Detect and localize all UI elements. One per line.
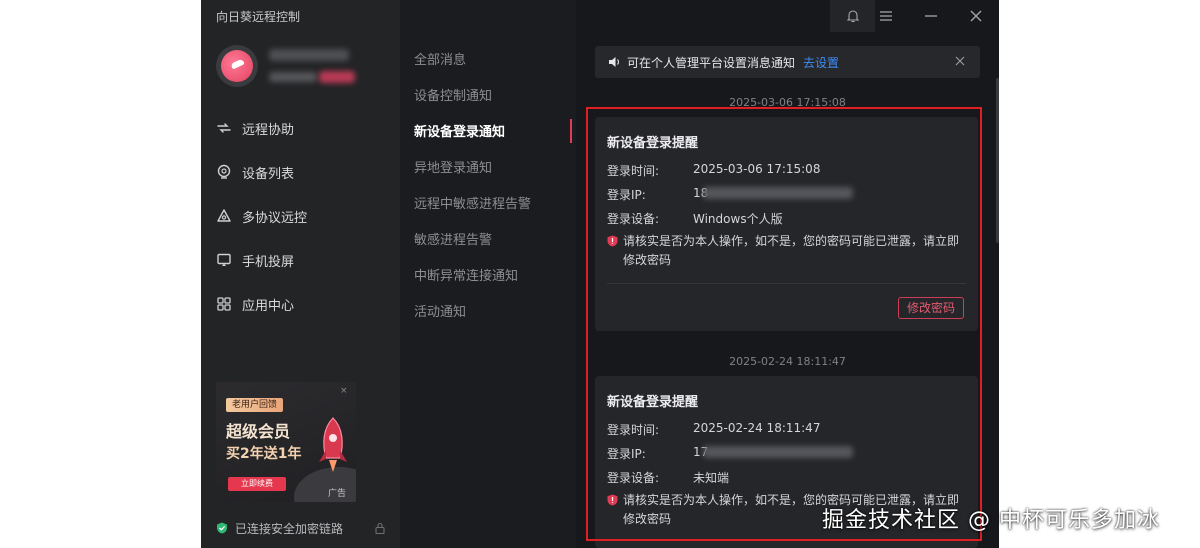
notice-banner: 可在个人管理平台设置消息通知 去设置 [595,46,980,78]
sidebar-item-device-list[interactable]: 设备列表 [216,160,294,184]
active-category-indicator [570,119,572,143]
sidebar-item-label: 应用中心 [242,298,295,314]
card-divider [607,283,966,284]
login-time-label: 登录时间: [607,423,660,437]
shield-check-icon [217,522,227,534]
notice-text: 可在个人管理平台设置消息通知 [627,55,796,70]
minimize-button[interactable] [908,0,953,32]
ad-offer: 买2年送1年 [226,446,302,462]
message-timestamp: 2025-02-24 18:11:47 [729,355,846,368]
card-title: 新设备登录提醒 [607,136,699,151]
close-window-button[interactable] [953,0,998,32]
close-icon [970,10,981,22]
account-id-redacted [269,72,317,82]
minimize-icon [924,15,937,17]
category-sensitive-process[interactable]: 敏感进程告警 [414,229,492,248]
connection-status-text: 已连接安全加密链路 [235,521,344,536]
device-list-icon [216,164,232,180]
ad-tag: 老用户回馈 [226,398,284,412]
sidebar-item-app-center[interactable]: 应用中心 [216,292,294,316]
screen-cast-icon [216,252,232,268]
category-new-device-login[interactable]: 新设备登录通知 [414,121,505,140]
login-device-value: 未知端 [693,471,730,485]
category-device-control[interactable]: 设备控制通知 [414,85,492,104]
notice-settings-link[interactable]: 去设置 [803,54,839,71]
avatar[interactable] [216,45,258,87]
rocket-icon [319,417,347,472]
category-all-messages[interactable]: 全部消息 [414,49,466,68]
ad-close-icon[interactable]: × [340,386,348,396]
left-sidebar: 向日葵远程控制 远程协助 设备列表 多协议远控 手机投屏 应用中心 老用户回馈 … [201,0,400,548]
menu-button[interactable] [863,0,908,32]
sidebar-item-label: 设备列表 [242,166,295,182]
remote-assist-icon [216,120,232,136]
category-remote-login[interactable]: 异地登录通知 [414,157,492,176]
sidebar-item-label: 多协议远控 [242,210,308,226]
category-abnormal-disconnect[interactable]: 中断异常连接通知 [414,265,518,284]
sidebar-item-remote-assist[interactable]: 远程协助 [216,116,294,140]
security-warning-text: 请核实是否为本人操作，如不是，您的密码可能已泄露，请立即修改密码 [623,234,960,267]
warning-shield-icon [607,494,618,506]
hamburger-menu-icon [879,11,892,21]
app-window: 向日葵远程控制 远程协助 设备列表 多协议远控 手机投屏 应用中心 老用户回馈 … [201,0,999,548]
sidebar-item-multi-protocol[interactable]: 多协议远控 [216,204,307,228]
change-password-button[interactable]: 修改密码 [898,297,964,319]
message-timestamp: 2025-03-06 17:15:08 [729,96,846,109]
sidebar-item-label: 远程协助 [242,122,295,138]
ip-redacted [703,187,853,199]
login-device-value: Windows个人版 [693,212,783,226]
bell-icon [846,10,859,23]
app-center-icon [216,296,232,312]
warning-shield-icon [607,235,618,247]
notice-close-icon[interactable] [954,55,966,67]
watermark: 掘金技术社区 @ 中杯可乐多加冰 [822,508,1160,533]
lock-icon[interactable] [374,522,386,534]
message-category-list: 全部消息 设备控制通知 新设备登录通知 异地登录通知 远程中敏感进程告警 敏感进… [400,0,576,548]
member-badge-redacted [319,71,355,83]
promo-banner[interactable]: 老用户回馈 超级会员 买2年送1年 立即续费 × 广告 [216,382,356,502]
category-activity[interactable]: 活动通知 [414,301,466,320]
security-warning: 请核实是否为本人操作，如不是，您的密码可能已泄露，请立即修改密码 [607,232,967,270]
login-device-label: 登录设备: [607,471,660,485]
sunflower-logo-icon [221,50,253,82]
category-remote-sensitive-process[interactable]: 远程中敏感进程告警 [414,193,531,212]
login-time-label: 登录时间: [607,164,660,178]
login-alert-card: 新设备登录提醒 登录时间: 2025-03-06 17:15:08 登录IP: … [595,117,978,331]
scrollbar[interactable] [996,78,999,243]
app-title: 向日葵远程控制 [216,10,301,24]
username-redacted [269,49,349,61]
login-device-label: 登录设备: [607,212,660,226]
login-time-value: 2025-02-24 18:11:47 [693,421,821,435]
login-time-value: 2025-03-06 17:15:08 [693,162,821,176]
ad-label: 广告 [327,489,346,499]
ip-redacted [703,446,853,458]
connection-status: 已连接安全加密链路 [216,520,386,536]
ad-renew-button[interactable]: 立即续费 [228,477,286,491]
multi-protocol-icon [216,208,232,224]
ad-headline: 超级会员 [226,422,291,441]
login-ip-label: 登录IP: [607,188,646,202]
sidebar-item-label: 手机投屏 [242,254,295,270]
sidebar-item-screen-cast[interactable]: 手机投屏 [216,248,294,272]
card-title: 新设备登录提醒 [607,395,699,410]
speaker-icon [609,57,620,67]
login-ip-label: 登录IP: [607,447,646,461]
screenshot-stage: 向日葵远程控制 远程协助 设备列表 多协议远控 手机投屏 应用中心 老用户回馈 … [0,0,1200,548]
